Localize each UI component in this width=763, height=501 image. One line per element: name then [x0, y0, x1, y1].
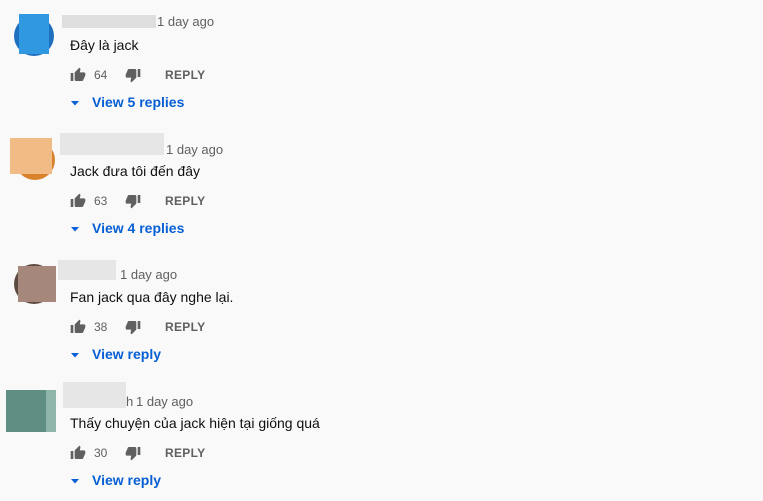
view-replies-label: View 4 replies	[92, 220, 185, 236]
thumb-up-icon[interactable]	[70, 445, 86, 461]
view-replies-label: View reply	[92, 346, 162, 362]
reply-button[interactable]: REPLY	[165, 194, 205, 208]
reply-button[interactable]: REPLY	[165, 320, 205, 334]
thumb-down-icon[interactable]	[125, 319, 141, 335]
comment-text: Thấy chuyện của jack hiện tại giống quá	[70, 415, 320, 431]
thumb-up-icon[interactable]	[70, 67, 86, 83]
author-name-redacted[interactable]	[58, 260, 116, 280]
avatar[interactable]	[6, 390, 58, 432]
thumb-down-icon[interactable]	[125, 445, 141, 461]
triangle-down-icon	[70, 476, 80, 486]
reply-button[interactable]: REPLY	[165, 68, 205, 82]
comments-section: 1 day ago Đây là jack 64 REPLY View 5 re…	[0, 0, 763, 501]
comment-thread: 1 day ago Jack đưa tôi đến đây 63 REPLY …	[0, 126, 763, 252]
comment-timestamp[interactable]: 1 day ago	[166, 142, 223, 157]
avatar[interactable]	[10, 134, 55, 180]
avatar[interactable]	[14, 14, 54, 58]
comment-text: Đây là jack	[70, 37, 139, 53]
triangle-down-icon	[70, 98, 80, 108]
comment-text: Jack đưa tôi đến đây	[70, 163, 201, 179]
view-replies-label: View reply	[92, 472, 162, 488]
avatar[interactable]	[14, 264, 58, 308]
thumb-up-icon[interactable]	[70, 193, 86, 209]
like-count: 63	[94, 194, 108, 208]
like-count: 64	[94, 68, 108, 82]
comment-thread: 1 day ago Đây là jack 64 REPLY View 5 re…	[0, 0, 763, 126]
triangle-down-icon	[70, 224, 80, 234]
comment-thread: 1 day ago Fan jack qua đây nghe lại. 38 …	[0, 252, 763, 378]
thumb-down-icon[interactable]	[125, 193, 141, 209]
thumb-up-icon[interactable]	[70, 319, 86, 335]
comment-timestamp[interactable]: 1 day ago	[120, 267, 177, 282]
author-name-redacted[interactable]	[62, 15, 156, 28]
comment-timestamp[interactable]: 1 day ago	[136, 394, 193, 409]
comment-timestamp[interactable]: 1 day ago	[157, 14, 214, 29]
comment-thread: h 1 day ago Thấy chuyện của jack hiện tạ…	[0, 378, 763, 501]
author-name-redacted[interactable]	[60, 133, 164, 155]
view-replies-label: View 5 replies	[92, 94, 185, 110]
like-count: 30	[94, 446, 108, 460]
like-count: 38	[94, 320, 108, 334]
author-name-fragment[interactable]: h	[126, 394, 133, 409]
reply-button[interactable]: REPLY	[165, 446, 205, 460]
thumb-down-icon[interactable]	[125, 67, 141, 83]
comment-text: Fan jack qua đây nghe lại.	[70, 289, 234, 305]
triangle-down-icon	[70, 350, 80, 360]
author-name-redacted[interactable]	[63, 382, 126, 408]
